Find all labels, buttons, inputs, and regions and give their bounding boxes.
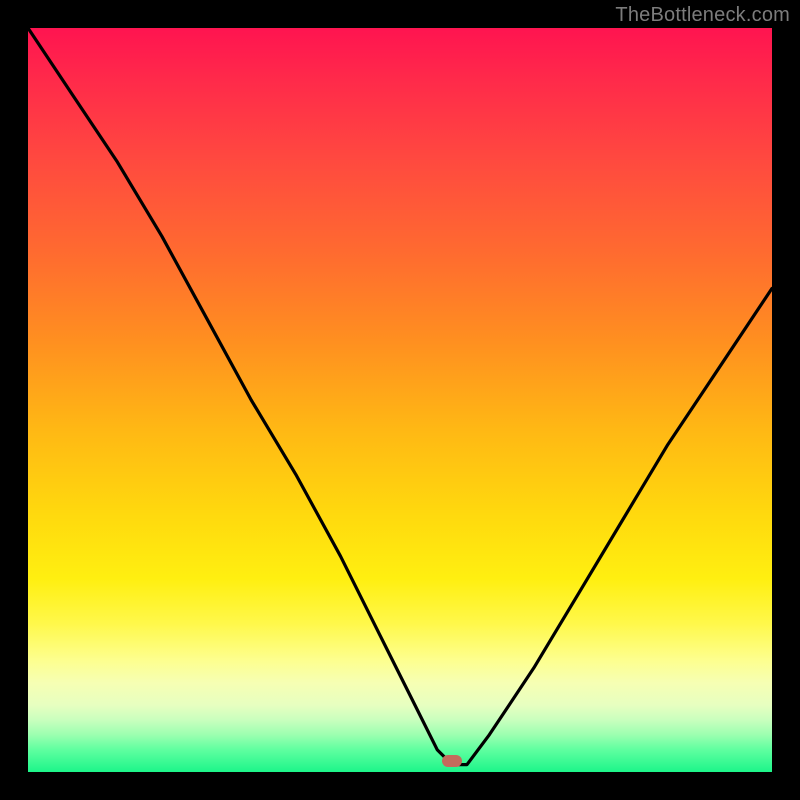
optimum-marker	[442, 755, 462, 767]
bottleneck-curve	[28, 28, 772, 772]
watermark-text: TheBottleneck.com	[615, 4, 790, 27]
chart-frame: TheBottleneck.com	[0, 0, 800, 800]
plot-area	[28, 28, 772, 772]
